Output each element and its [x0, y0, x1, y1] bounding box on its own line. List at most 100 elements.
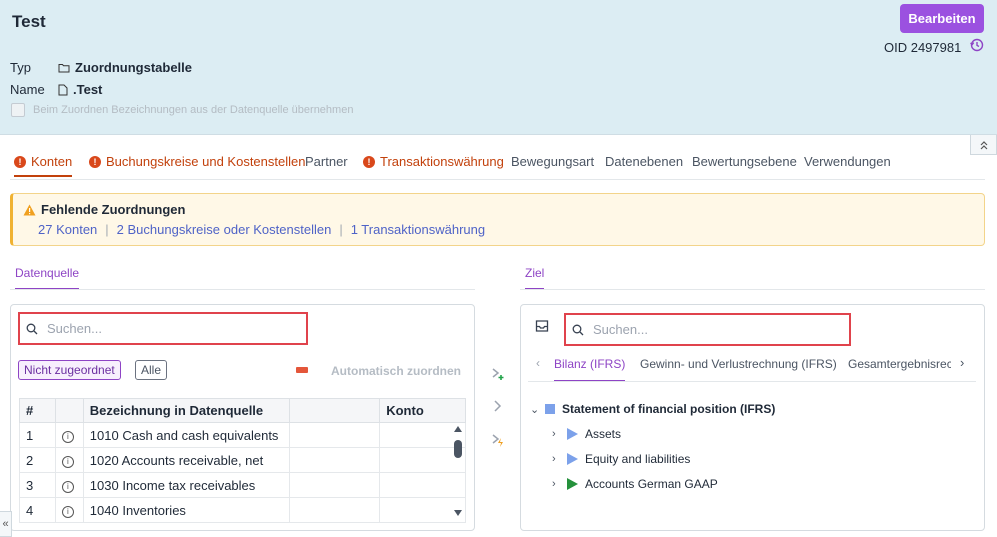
scroll-up-arrow[interactable]	[454, 426, 462, 432]
tab-bewegungsart[interactable]: Bewegungsart	[511, 154, 594, 169]
tree-node-equity[interactable]: › Equity and liabilities	[552, 452, 690, 466]
tab-guv[interactable]: Gewinn- und Verlustrechnung (IFRS)	[640, 357, 837, 371]
page-title: Test	[12, 12, 46, 31]
row-konto[interactable]	[379, 497, 466, 523]
missing-accounts-link[interactable]: 27 Konten	[38, 222, 97, 237]
info-icon[interactable]: i	[61, 455, 74, 468]
search-icon	[572, 324, 584, 335]
row-konto[interactable]	[379, 422, 466, 448]
auto-map-icon[interactable]	[491, 433, 505, 447]
tree-node-assets[interactable]: › Assets	[552, 427, 621, 441]
take-labels-checkbox-label: Beim Zuordnen Bezeichnungen aus der Date…	[33, 104, 354, 116]
folder-square-icon	[545, 404, 555, 414]
edit-button[interactable]: Bearbeiten	[900, 4, 984, 33]
chevron-right-icon[interactable]	[491, 399, 505, 413]
auto-assign-button[interactable]: Automatisch zuordnen	[331, 364, 461, 378]
tab-partner[interactable]: Partner	[305, 154, 348, 169]
chevron-down-icon[interactable]: ⌄	[530, 403, 539, 416]
name-value: .Test	[58, 82, 102, 97]
scroll-down-arrow[interactable]	[454, 510, 462, 516]
mapping-tabs: ! Konten ! Buchungskreise und Kostenstelle…	[10, 150, 985, 180]
row-konto[interactable]	[379, 472, 466, 498]
record-header: Test Bearbeiten OID 2497981 Typ Zuordnun…	[0, 0, 997, 135]
source-search	[18, 312, 308, 345]
tree-node-german-gaap[interactable]: › Accounts German GAAP	[552, 477, 718, 491]
tab-verwendungen[interactable]: Verwendungen	[804, 154, 891, 169]
chevron-right-icon[interactable]: ›	[552, 478, 560, 490]
missing-mappings-alert: Fehlende Zuordnungen 27 Konten | 2 Buchu…	[10, 193, 985, 246]
type-label: Typ	[10, 60, 31, 75]
tree-root-label: Statement of financial position (IFRS)	[562, 402, 776, 416]
auto-assign-icon	[296, 367, 308, 373]
chevrons-up-icon	[980, 140, 987, 149]
missing-company-codes-link[interactable]: 2 Buchungskreise oder Kostenstellen	[117, 222, 332, 237]
info-icon[interactable]: i	[61, 430, 74, 443]
tab-label: Partner	[305, 154, 348, 169]
tab-ziel[interactable]: Ziel	[525, 266, 545, 290]
take-labels-checkbox[interactable]	[11, 103, 25, 117]
row-name: 1030 Income tax receivables	[82, 472, 290, 498]
missing-currency-link[interactable]: 1 Transaktionswährung	[351, 222, 485, 237]
table-row[interactable]: 3 i 1030 Income tax receivables	[19, 472, 466, 498]
type-value: Zuordnungstabelle	[58, 60, 192, 75]
column-header[interactable]: #	[19, 398, 56, 423]
target-search-input[interactable]	[593, 322, 793, 337]
tabs-scroll-right[interactable]: ›	[960, 355, 964, 370]
scrollbar-thumb[interactable]	[454, 440, 462, 458]
tab-datenebenen[interactable]: Datenebenen	[605, 154, 683, 169]
search-icon	[26, 323, 38, 334]
row-number: 1	[19, 422, 56, 448]
tab-bewertungsebene[interactable]: Bewertungsebene	[692, 154, 797, 169]
row-number: 3	[19, 472, 56, 498]
tab-transaktionswaehrung[interactable]: ! Transaktionswährung	[363, 154, 504, 169]
filter-all-chip[interactable]: Alle	[135, 360, 168, 380]
row-empty	[288, 472, 381, 498]
table-row[interactable]: 1 i 1010 Cash and cash equivalents	[19, 422, 466, 448]
row-name: 1020 Accounts receivable, net	[82, 447, 290, 473]
column-header[interactable]: Konto	[379, 398, 466, 423]
target-search	[564, 313, 851, 346]
column-header	[54, 398, 84, 423]
table-header-row: # Bezeichnung in Datenquelle Konto	[19, 398, 466, 423]
tab-datenquelle[interactable]: Datenquelle	[15, 266, 80, 290]
source-search-input[interactable]	[47, 321, 247, 336]
tab-konten[interactable]: ! Konten	[14, 154, 73, 177]
chevron-right-icon[interactable]: ›	[552, 453, 560, 465]
divider	[528, 381, 976, 382]
oid-label: OID 2497981	[884, 40, 962, 55]
separator: |	[105, 222, 109, 237]
tabs-scroll-left[interactable]: ‹	[536, 356, 540, 370]
warning-triangle-icon	[23, 204, 36, 215]
expand-left-button[interactable]: «	[0, 511, 12, 537]
info-icon[interactable]: i	[61, 480, 74, 493]
tree-node-label: Assets	[585, 427, 622, 441]
divider	[520, 289, 985, 290]
tab-label: Bewegungsart	[511, 154, 595, 169]
table-row[interactable]: 2 i 1020 Accounts receivable, net	[19, 447, 466, 473]
info-icon[interactable]: i	[61, 505, 74, 518]
row-number: 4	[19, 497, 56, 523]
inbox-icon[interactable]	[535, 320, 549, 332]
alert-title: Fehlende Zuordnungen	[23, 202, 185, 217]
history-icon[interactable]	[970, 38, 984, 52]
table-row[interactable]: 4 i 1040 Inventories	[19, 497, 466, 523]
tab-buchungskreise[interactable]: ! Buchungskreise und Kostenstellen	[89, 154, 305, 169]
row-name: 1010 Cash and cash equivalents	[82, 422, 290, 448]
add-mapping-icon[interactable]	[491, 367, 505, 381]
separator: |	[339, 222, 343, 237]
column-header[interactable]: Bezeichnung in Datenquelle	[82, 398, 290, 423]
column-header	[288, 398, 381, 423]
filter-unassigned-chip[interactable]: Nicht zugeordnet	[18, 360, 121, 380]
row-number: 2	[19, 447, 56, 473]
tree-root[interactable]: ⌄ Statement of financial position (IFRS)	[530, 402, 775, 416]
tab-label: Konten	[31, 154, 73, 169]
folder-icon	[58, 63, 70, 72]
tab-gesamtergebnis[interactable]: Gesamtergebnisrec	[848, 357, 951, 371]
tab-bilanz[interactable]: Bilanz (IFRS)	[554, 357, 626, 382]
row-konto[interactable]	[379, 447, 466, 473]
chevron-right-icon[interactable]: ›	[552, 428, 560, 440]
tab-label: Bewertungsebene	[692, 154, 797, 169]
row-empty	[288, 447, 381, 473]
name-value-text: .Test	[73, 82, 103, 97]
node-triangle-icon	[567, 428, 578, 440]
